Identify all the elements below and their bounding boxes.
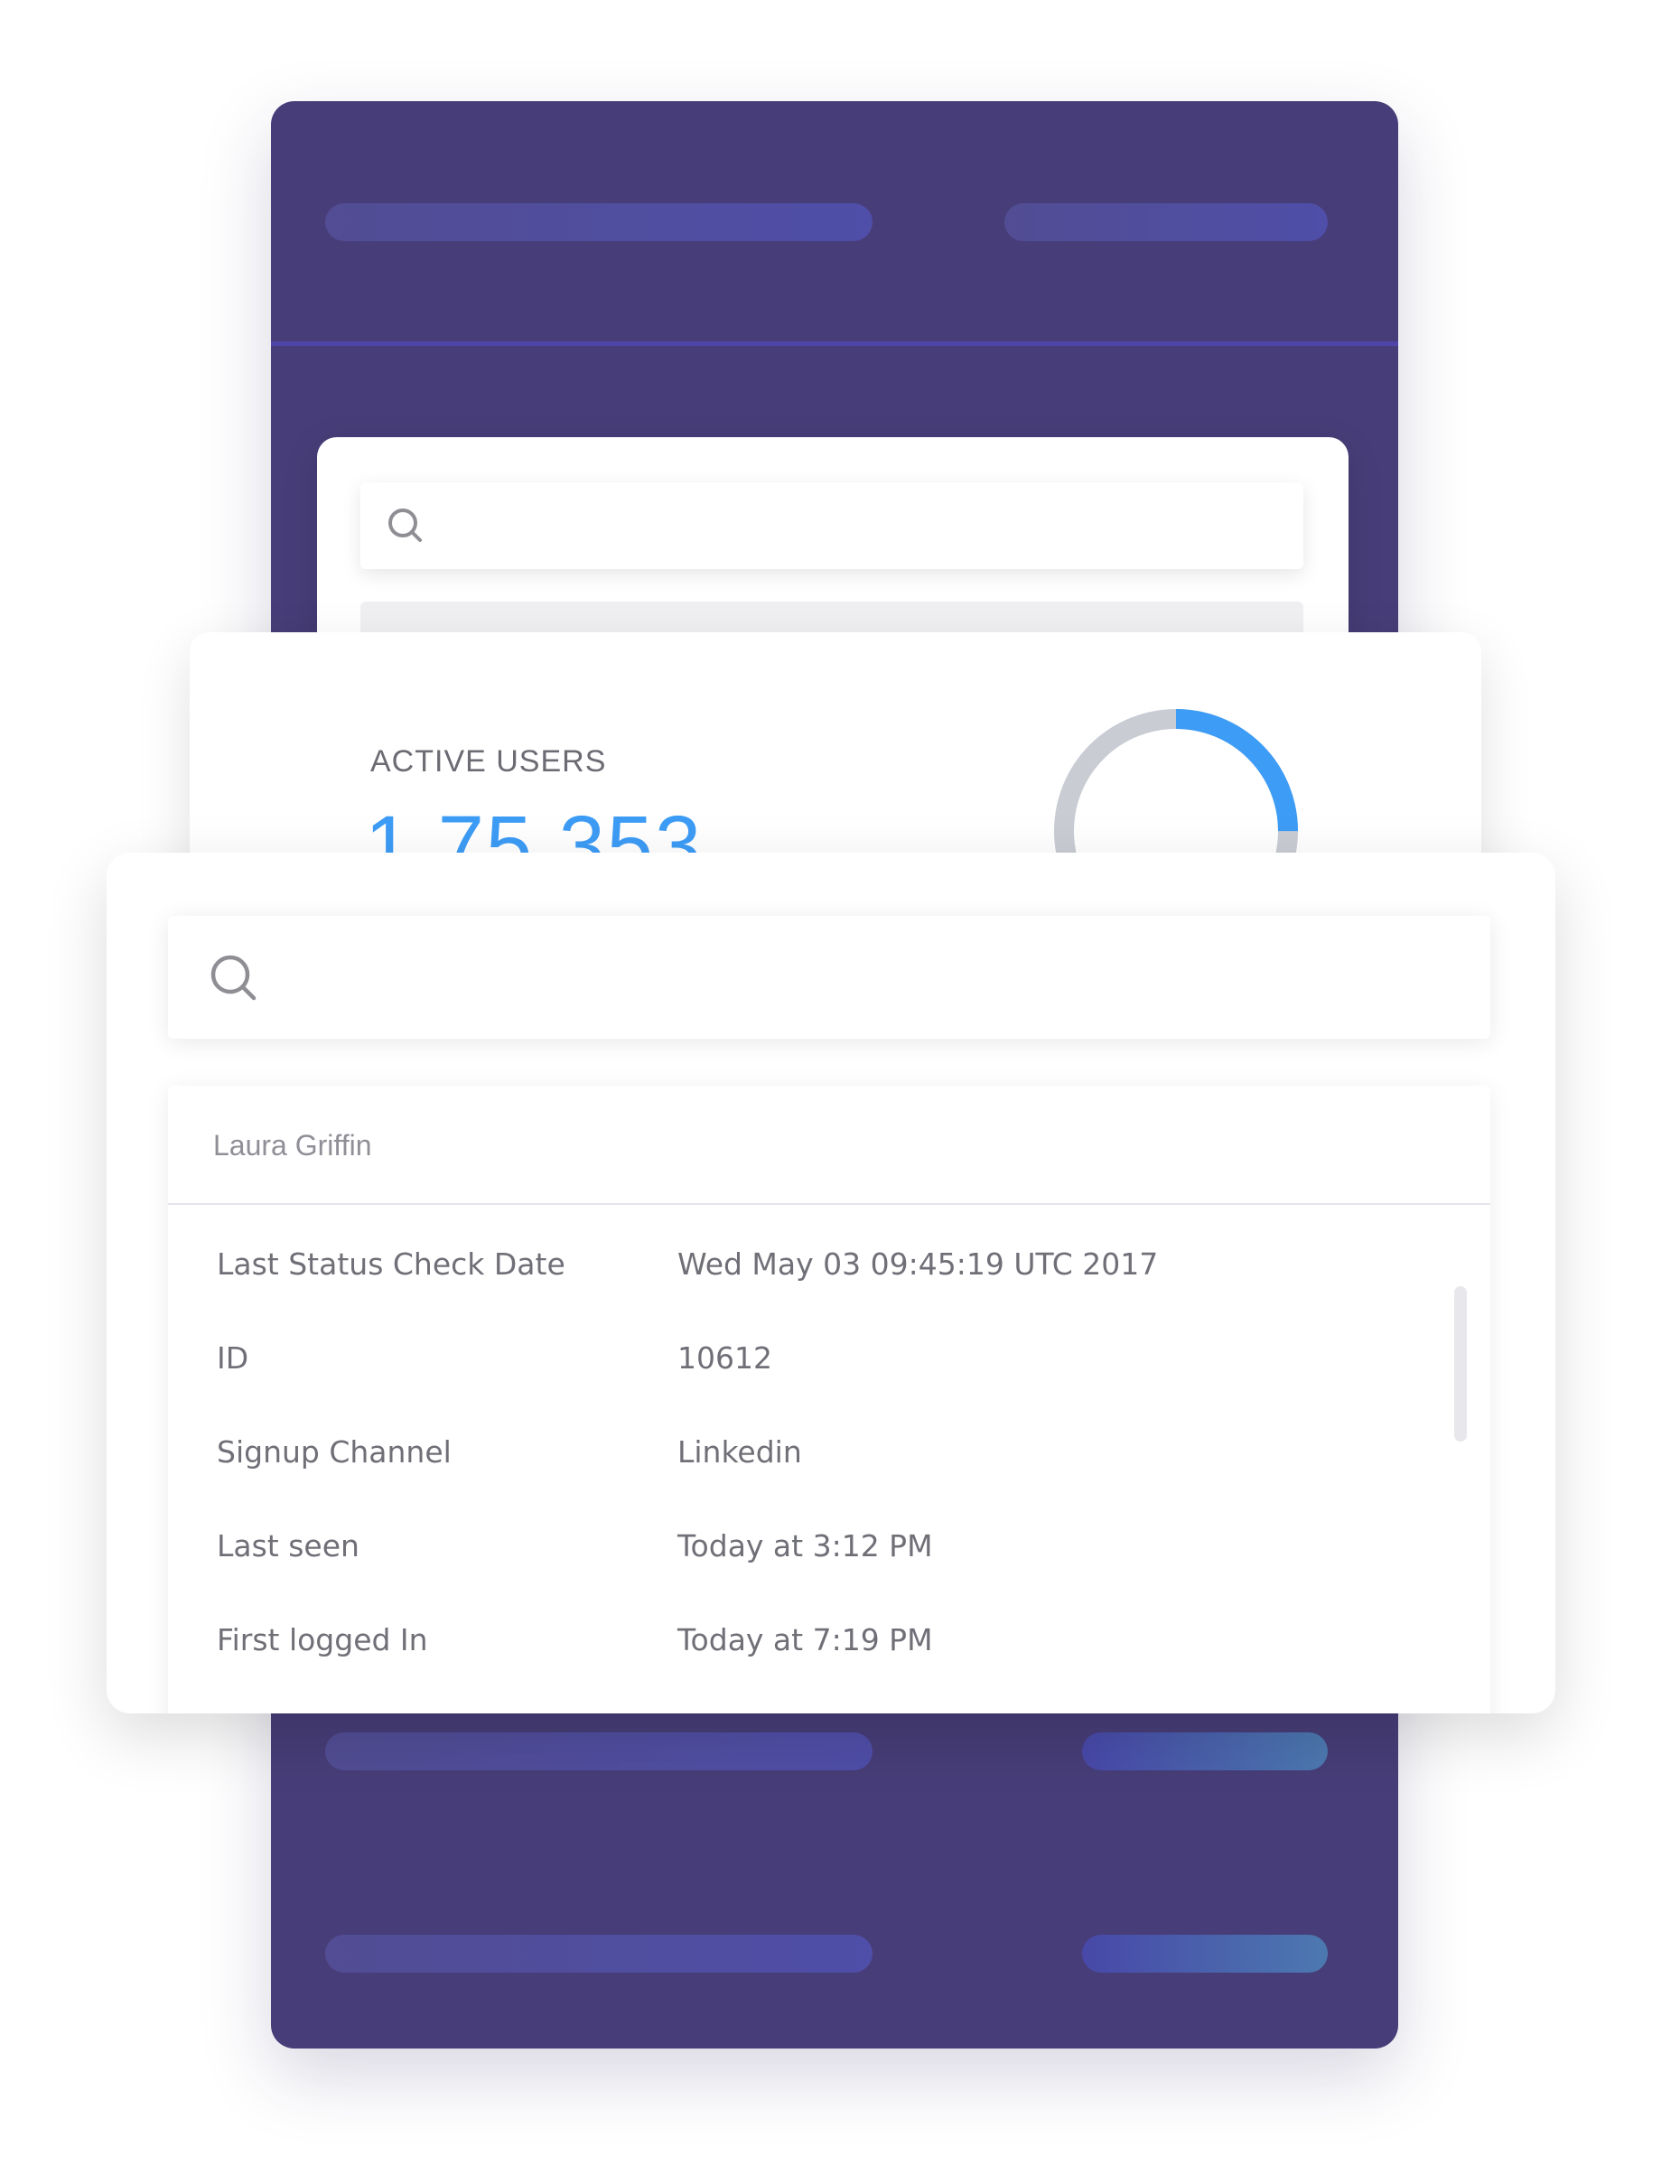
detail-scrollbar[interactable] — [1454, 1286, 1467, 1442]
field-value: Today at 3:12 PM — [677, 1528, 933, 1563]
field-label: First logged In — [217, 1622, 428, 1657]
user-detail-panel: Laura Griffin Last Status Check Date Wed… — [168, 1086, 1490, 1713]
field-row: Signup Channel Linkedin — [217, 1434, 1427, 1528]
field-value: Wed May 03 09:45:19 UTC 2017 — [677, 1246, 1159, 1282]
field-value: Linkedin — [677, 1434, 802, 1470]
field-label: Signup Channel — [217, 1434, 452, 1470]
search-input[interactable] — [168, 916, 1490, 1039]
placeholder-bar — [325, 1732, 873, 1770]
panel-divider — [271, 341, 1398, 346]
search-icon — [210, 955, 257, 1001]
user-name: Laura Griffin — [213, 1129, 372, 1162]
user-fields-list: Last Status Check Date Wed May 03 09:45:… — [217, 1246, 1427, 1713]
field-value: 10612 — [677, 1340, 772, 1376]
placeholder-bar — [325, 203, 873, 241]
field-row: Last seen Today at 3:12 PM — [217, 1528, 1427, 1622]
field-row: ID 10612 — [217, 1340, 1427, 1434]
placeholder-bar — [325, 1935, 873, 1973]
placeholder-bar-accent — [1082, 1935, 1328, 1973]
field-value: Today at 7:19 PM — [677, 1622, 933, 1657]
placeholder-bar-accent — [1082, 1732, 1328, 1770]
field-label: Last Status Check Date — [217, 1246, 565, 1282]
field-label: ID — [217, 1340, 249, 1376]
search-icon — [388, 509, 422, 542]
active-users-label: ACTIVE USERS — [370, 744, 607, 779]
field-row: First logged In Today at 7:19 PM — [217, 1622, 1427, 1713]
search-field-back[interactable] — [360, 482, 1303, 569]
field-row: Last Status Check Date Wed May 03 09:45:… — [217, 1246, 1427, 1340]
placeholder-bar — [1004, 203, 1328, 241]
field-label: Last seen — [217, 1528, 359, 1563]
user-detail-card: Laura Griffin Last Status Check Date Wed… — [107, 853, 1555, 1713]
name-divider — [168, 1203, 1490, 1205]
